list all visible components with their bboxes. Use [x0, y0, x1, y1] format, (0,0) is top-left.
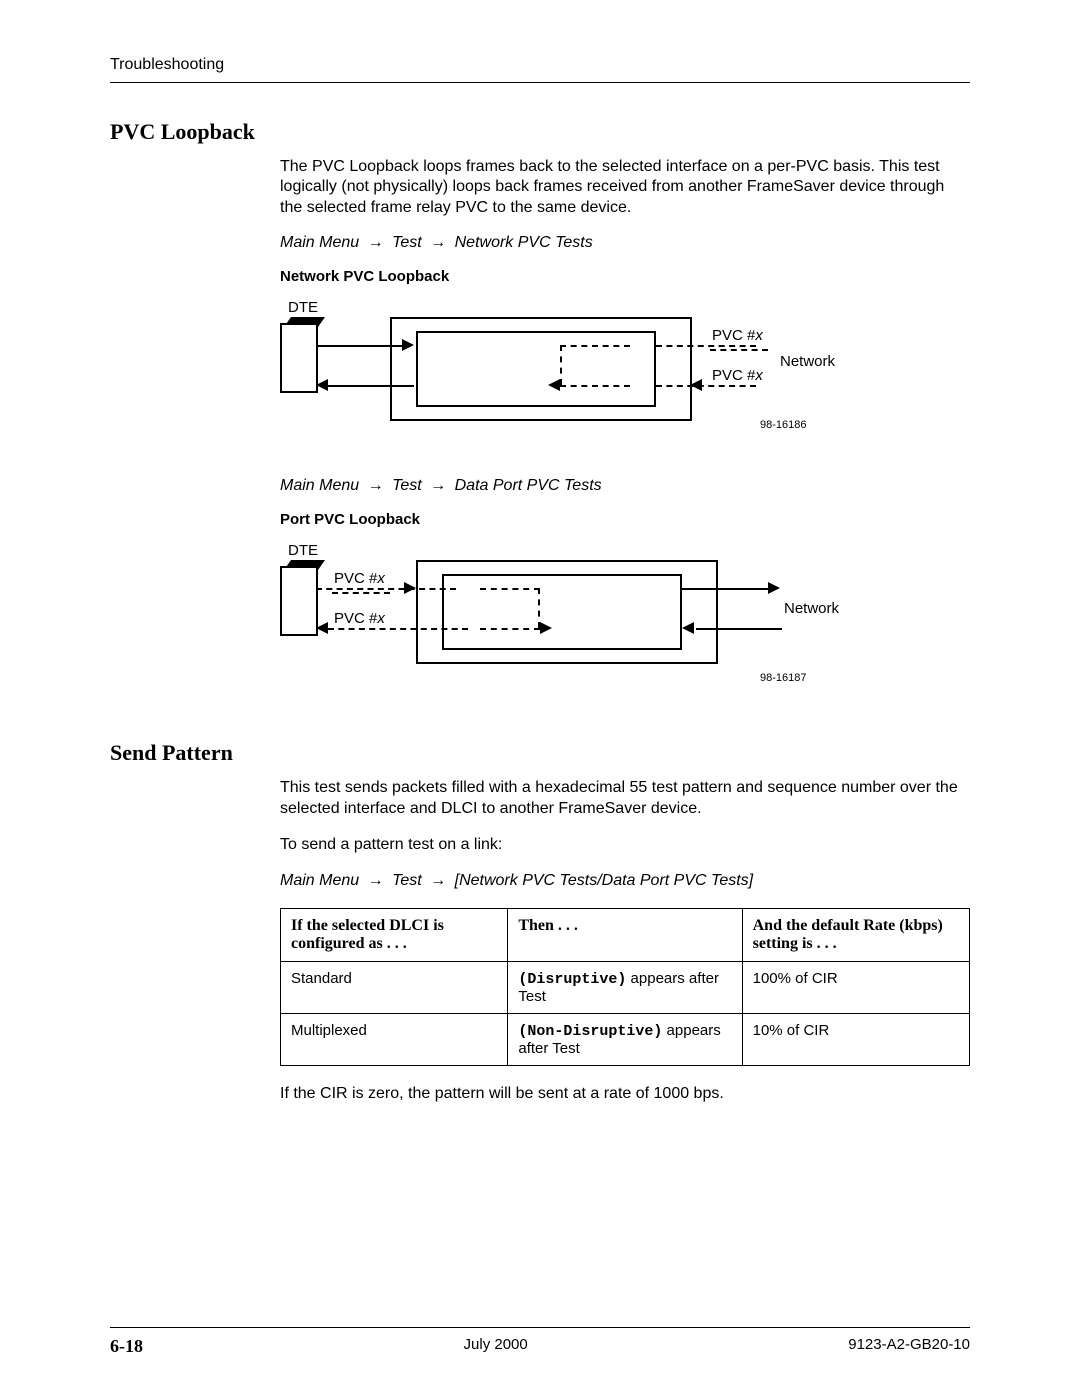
table-header-row: If the selected DLCI is configured as . …	[281, 908, 970, 961]
arrow-left-icon	[316, 622, 328, 634]
header-rule	[110, 82, 970, 83]
heading-pvc-loopback: PVC Loopback	[110, 119, 970, 145]
figure-title-port-pvc-loopback: Port PVC Loopback	[280, 511, 970, 528]
send-pattern-table: If the selected DLCI is configured as . …	[280, 908, 970, 1066]
arrow-right-icon	[768, 582, 780, 594]
arrow-icon: →	[426, 477, 450, 494]
arrow-icon: →	[364, 477, 388, 494]
arrow-left-icon	[316, 379, 328, 391]
arrow-icon: →	[426, 234, 450, 251]
nav-path-network-pvc: Main Menu → Test → Network PVC Tests	[280, 234, 970, 252]
nav-path-data-port-pvc: Main Menu → Test → Data Port PVC Tests	[280, 477, 970, 495]
figure-code: 98-16187	[760, 672, 807, 684]
running-head: Troubleshooting	[110, 56, 970, 74]
nav-seg: Main Menu	[280, 872, 359, 889]
diagram-network-pvc-loopback: DTE PVC #x Network	[280, 299, 840, 449]
table-row: Multiplexed (Non-Disruptive) appears aft…	[281, 1013, 970, 1065]
arrow-left-icon	[690, 379, 702, 391]
arrow-left-icon	[548, 379, 560, 391]
arrow-icon: →	[364, 872, 388, 889]
nav-path-send-pattern: Main Menu → Test → [Network PVC Tests/Da…	[280, 872, 970, 890]
label-pvc-bot: PVC #x	[712, 367, 763, 384]
page-footer: 6-18 July 2000 9123-A2-GB20-10	[110, 1327, 970, 1357]
nav-seg: Network PVC Tests	[455, 234, 593, 251]
figure-code: 98-16186	[760, 419, 807, 431]
footer-rule	[110, 1327, 970, 1328]
footer-doc-id: 9123-A2-GB20-10	[848, 1336, 970, 1357]
cell-dlci: Multiplexed	[281, 1013, 508, 1065]
dte-box	[280, 323, 318, 393]
table-row: Standard (Disruptive) appears after Test…	[281, 961, 970, 1013]
arrow-right-icon	[402, 339, 414, 351]
para-send-pattern-2: To send a pattern test on a link:	[280, 835, 970, 855]
device-inner-box	[416, 331, 656, 407]
para-cir-zero: If the CIR is zero, the pattern will be …	[280, 1084, 970, 1104]
diagram-port-pvc-loopback: DTE PVC #x PVC #x	[280, 542, 840, 692]
figure-title-network-pvc-loopback: Network PVC Loopback	[280, 268, 970, 285]
cell-then: (Disruptive) appears after Test	[508, 961, 742, 1013]
nav-seg: Main Menu	[280, 477, 359, 494]
device-inner-box	[442, 574, 682, 650]
label-network: Network	[780, 353, 835, 370]
nav-seg: Test	[392, 477, 422, 494]
label-pvc-top: PVC #x	[712, 327, 763, 344]
nav-seg: Test	[392, 872, 422, 889]
cell-rate: 10% of CIR	[742, 1013, 969, 1065]
label-network: Network	[784, 600, 839, 617]
cell-dlci: Standard	[281, 961, 508, 1013]
page-number: 6-18	[110, 1336, 143, 1357]
arrow-left-icon	[682, 622, 694, 634]
col-head-then: Then . . .	[508, 908, 742, 961]
arrow-icon: →	[426, 872, 450, 889]
nav-seg: Data Port PVC Tests	[455, 477, 602, 494]
para-send-pattern-1: This test sends packets filled with a he…	[280, 778, 970, 819]
heading-send-pattern: Send Pattern	[110, 740, 970, 766]
label-dte: DTE	[288, 542, 318, 559]
footer-date: July 2000	[464, 1336, 528, 1357]
label-pvc-top: PVC #x	[334, 570, 385, 587]
dte-box	[280, 566, 318, 636]
arrow-icon: →	[364, 234, 388, 251]
cell-then: (Non-Disruptive) appears after Test	[508, 1013, 742, 1065]
nav-seg: Main Menu	[280, 234, 359, 251]
nav-seg: Test	[392, 234, 422, 251]
arrow-right-icon	[404, 582, 416, 594]
arrow-right-icon	[540, 622, 552, 634]
para-pvc-loopback: The PVC Loopback loops frames back to th…	[280, 157, 970, 218]
col-head-dlci: If the selected DLCI is configured as . …	[281, 908, 508, 961]
nav-seg: [Network PVC Tests/Data Port PVC Tests]	[455, 872, 753, 889]
label-dte: DTE	[288, 299, 318, 316]
label-pvc-bot: PVC #x	[334, 610, 385, 627]
col-head-rate: And the default Rate (kbps) setting is .…	[742, 908, 969, 961]
cell-rate: 100% of CIR	[742, 961, 969, 1013]
